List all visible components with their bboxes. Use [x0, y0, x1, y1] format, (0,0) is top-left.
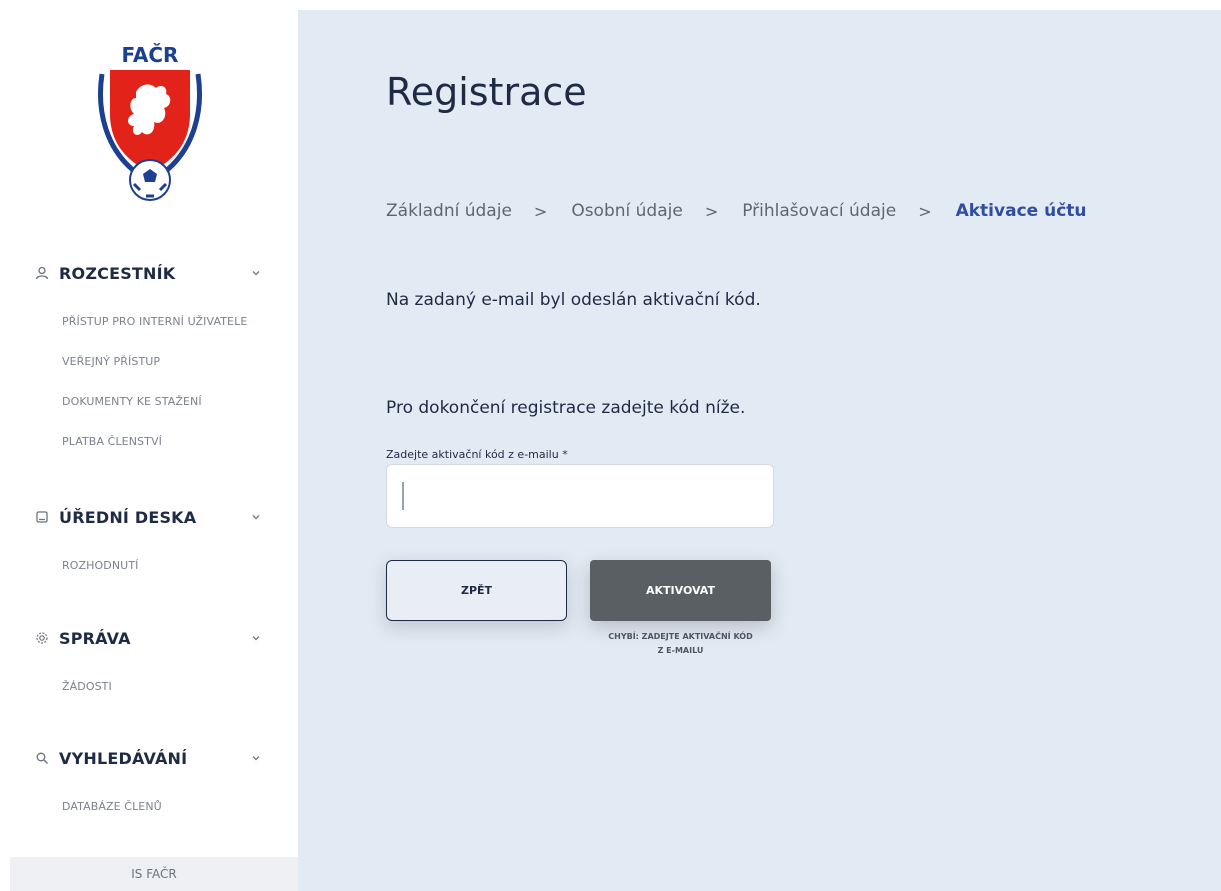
activation-code-input[interactable]: [386, 464, 774, 528]
nav-item-pristup-interni[interactable]: PŘÍSTUP PRO INTERNÍ UŽIVATELE: [62, 315, 247, 328]
breadcrumb-step-zakladni-udaje: Základní údaje: [386, 201, 512, 221]
info-message: Na zadaný e-mail byl odeslán aktivační k…: [386, 290, 761, 310]
nav-section-vyhledavani[interactable]: VYHLEDÁVÁNÍ: [34, 745, 284, 771]
nav-section-rozcestnik[interactable]: ROZCESTNÍK: [34, 260, 284, 286]
back-button[interactable]: ZPĚT: [386, 560, 567, 621]
error-message-line: CHYBÍ: ZADEJTE AKTIVAČNÍ KÓD: [608, 632, 753, 641]
nav-section-label: VYHLEDÁVÁNÍ: [59, 748, 188, 768]
search-icon: [34, 750, 50, 766]
error-message-line: Z E-MAILU: [657, 646, 704, 655]
error-message: CHYBÍ: ZADEJTE AKTIVAČNÍ KÓD Z E-MAILU: [590, 630, 771, 658]
app-window: FAČR ROZCESTNÍK PŘÍSTUP PRO INTERNÍ UŽIV…: [0, 0, 1221, 891]
breadcrumb-separator: >: [704, 201, 719, 221]
breadcrumb-step-prihlasovaci-udaje: Přihlašovací údaje: [742, 201, 897, 221]
main-content: Registrace Základní údaje > Osobní údaje…: [298, 10, 1221, 891]
activation-code-label: Zadejte aktivační kód z e-mailu *: [386, 448, 568, 461]
nav-section-sprava[interactable]: SPRÁVA: [34, 625, 284, 651]
text-caret: [402, 482, 404, 510]
nav-item-platba-clenstvi[interactable]: PLATBA ČLENSTVÍ: [62, 435, 162, 448]
gear-icon: [34, 630, 50, 646]
nav-item-databaze-clenu[interactable]: DATABÁZE ČLENŮ: [62, 800, 162, 813]
activate-button[interactable]: AKTIVOVAT: [590, 560, 771, 621]
nav-item-rozhodnuti[interactable]: ROZHODNUTÍ: [62, 559, 138, 572]
breadcrumb-separator: >: [918, 201, 932, 221]
nav-section-label: SPRÁVA: [59, 628, 131, 648]
nav-item-dokumenty[interactable]: DOKUMENTY KE STAŽENÍ: [62, 395, 202, 408]
chevron-down-icon[interactable]: [249, 631, 263, 645]
nav-item-zadosti[interactable]: ŽÁDOSTI: [62, 680, 112, 693]
instruction-message: Pro dokončení registrace zadejte kód níž…: [386, 398, 746, 418]
nav-item-verejny-pristup[interactable]: VEŘEJNÝ PŘÍSTUP: [62, 355, 160, 368]
board-icon: [34, 509, 50, 525]
facr-crest-icon: FAČR: [98, 43, 202, 201]
nav-section-label: ÚŘEDNÍ DESKA: [59, 507, 197, 527]
nav-section-label: ROZCESTNÍK: [59, 263, 176, 283]
user-icon: [34, 265, 50, 281]
breadcrumb-step-aktivace-uctu: Aktivace účtu: [955, 201, 1087, 221]
page-title: Registrace: [386, 70, 587, 114]
chevron-down-icon[interactable]: [249, 266, 263, 280]
facr-logo[interactable]: FAČR: [88, 34, 212, 204]
chevron-down-icon[interactable]: [249, 510, 263, 524]
nav-section-uredni-deska[interactable]: ÚŘEDNÍ DESKA: [34, 504, 284, 530]
breadcrumb-step-osobni-udaje: Osobní údaje: [571, 201, 683, 221]
breadcrumb-separator: >: [533, 201, 548, 221]
breadcrumb: Základní údaje > Osobní údaje > Přihlašo…: [386, 198, 1087, 224]
logo-text: FAČR: [122, 43, 179, 67]
sidebar: FAČR ROZCESTNÍK PŘÍSTUP PRO INTERNÍ UŽIV…: [0, 0, 298, 891]
chevron-down-icon[interactable]: [249, 751, 263, 765]
sidebar-footer: IS FAČR: [10, 857, 298, 891]
